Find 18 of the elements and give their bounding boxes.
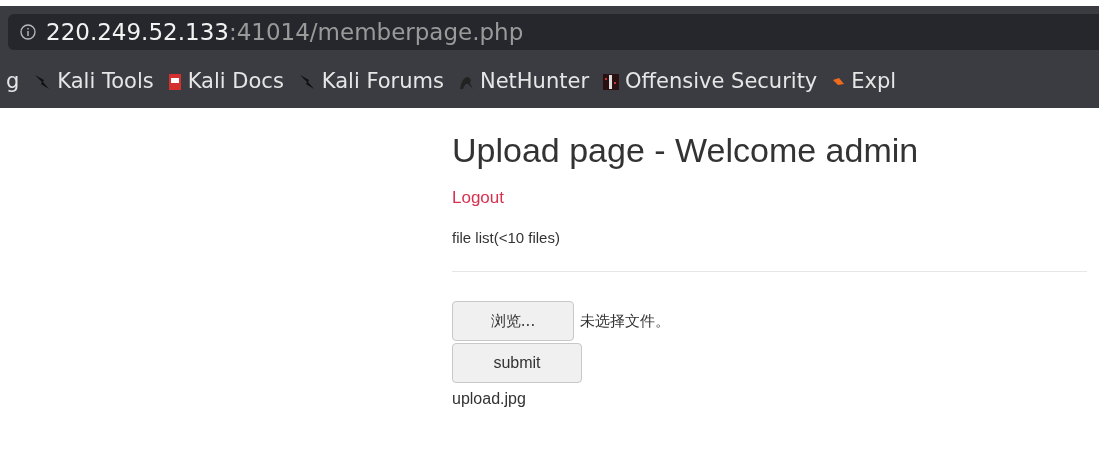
bookmark-link[interactable]: Expl — [831, 66, 897, 98]
browse-button[interactable]: 浏览... — [452, 301, 574, 341]
bookmark-link[interactable]: Kali Forums — [297, 66, 444, 98]
uploaded-file-text: upload.jpg — [452, 389, 526, 409]
bookmark-link[interactable]: NetHunter — [457, 66, 590, 98]
bookmark-link[interactable]: Kali Docs — [167, 66, 284, 98]
address-bar[interactable]: 220.249.52.133:41014/memberpage.php — [8, 14, 1099, 50]
bookmark-link[interactable]: Kali Tools — [33, 66, 154, 98]
no-file-text: 未选择文件。 — [580, 310, 670, 332]
bookmark-link[interactable]: Offensive Security — [603, 66, 818, 98]
logout-link[interactable]: Logout — [452, 187, 504, 209]
url-text: 220.249.52.133:41014/memberpage.php — [46, 17, 524, 47]
page-heading: Upload page - Welcome admin — [452, 130, 920, 170]
document-icon — [167, 73, 182, 91]
info-icon[interactable] — [20, 24, 36, 40]
bookmark-link[interactable]: g — [6, 66, 20, 98]
file-list-text: file list(<10 files) — [452, 228, 560, 248]
submit-button[interactable]: submit — [452, 343, 582, 383]
